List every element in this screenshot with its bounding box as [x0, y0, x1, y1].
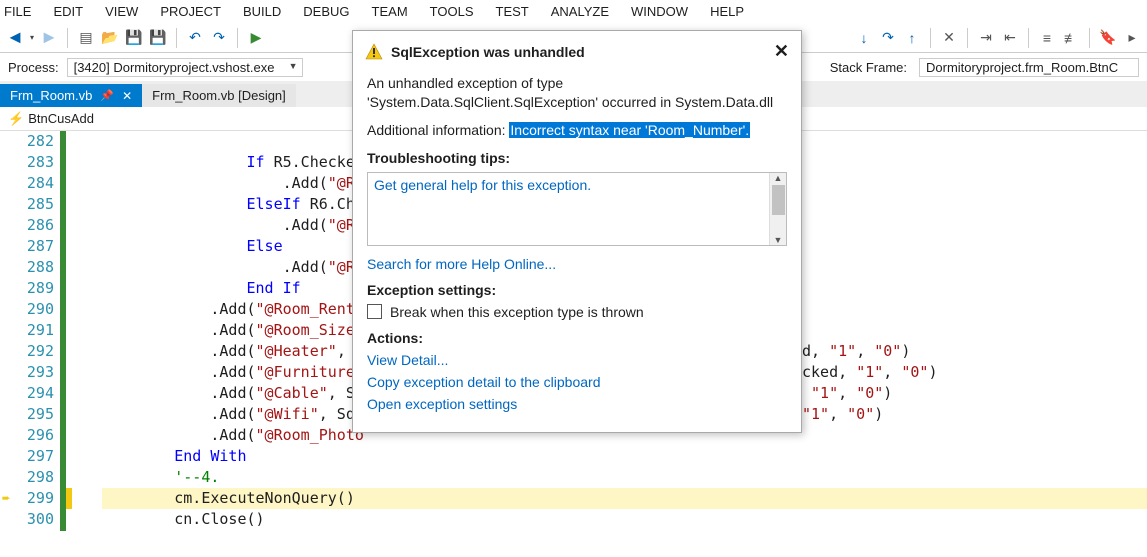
actions-list: View Detail... Copy exception detail to …: [367, 352, 787, 412]
indent-icon[interactable]: ⇥: [977, 29, 995, 47]
tab-frm-room-code[interactable]: Frm_Room.vb 📌 ✕: [0, 84, 142, 107]
close-icon[interactable]: ✕: [774, 41, 789, 62]
scroll-thumb[interactable]: [772, 185, 785, 215]
popup-body: An unhandled exception of type 'System.D…: [353, 72, 801, 432]
tip-general-help-link[interactable]: Get general help for this exception.: [374, 177, 591, 193]
scroll-down-icon[interactable]: ▼: [774, 235, 783, 245]
continue-icon[interactable]: ▶: [247, 29, 265, 47]
menu-tools[interactable]: TOOLS: [430, 4, 474, 19]
msg-line: 'System.Data.SqlClient.SqlException' occ…: [367, 94, 773, 110]
member-name: BtnCusAdd: [28, 111, 94, 126]
scroll-up-icon[interactable]: ▲: [774, 173, 783, 183]
pin-icon[interactable]: 📌: [100, 89, 114, 102]
open-file-icon[interactable]: 📂: [101, 29, 119, 47]
menu-file[interactable]: FILE: [4, 4, 31, 19]
stackframe-value: Dormitoryproject.frm_Room.BtnC: [926, 60, 1118, 75]
menu-view[interactable]: VIEW: [105, 4, 138, 19]
checkbox-icon[interactable]: [367, 304, 382, 319]
tips-listbox[interactable]: Get general help for this exception. ▲ ▼: [367, 172, 787, 246]
step-into-icon[interactable]: ↓: [855, 29, 873, 47]
lightning-icon: ⚡: [8, 111, 24, 127]
nav-back-icon[interactable]: ◄: [6, 29, 24, 47]
save-all-icon[interactable]: 💾: [149, 29, 167, 47]
additional-info: Additional information: Incorrect syntax…: [367, 122, 787, 138]
redo-icon[interactable]: ↷: [210, 29, 228, 47]
comment-icon[interactable]: ≡: [1038, 29, 1056, 47]
actions-heading: Actions:: [367, 330, 787, 346]
tab-label: Frm_Room.vb: [10, 88, 92, 103]
bookmark-nav-icon[interactable]: ▸: [1123, 29, 1141, 47]
menu-debug[interactable]: DEBUG: [303, 4, 349, 19]
step-out-icon[interactable]: ↑: [903, 29, 921, 47]
break-on-throw-checkbox[interactable]: Break when this exception type is thrown: [367, 304, 787, 320]
checkbox-label: Break when this exception type is thrown: [390, 304, 644, 320]
process-label: Process:: [8, 60, 59, 75]
msg-line: An unhandled exception of type: [367, 75, 563, 91]
close-icon[interactable]: ✕: [122, 89, 132, 103]
view-detail-link[interactable]: View Detail...: [367, 352, 787, 368]
scrollbar[interactable]: ▲ ▼: [769, 173, 786, 245]
popup-title: SqlException was unhandled: [391, 44, 766, 60]
menu-analyze[interactable]: ANALYZE: [551, 4, 609, 19]
nav-back-dd[interactable]: ▾: [30, 33, 34, 42]
exception-settings-heading: Exception settings:: [367, 282, 787, 298]
warning-icon: [365, 43, 383, 61]
member-dropdown[interactable]: ⚡ BtnCusAdd: [8, 111, 94, 127]
uncomment-icon[interactable]: ≢: [1062, 29, 1080, 47]
outdent-icon[interactable]: ⇤: [1001, 29, 1019, 47]
bookmark-icon[interactable]: 🔖: [1099, 29, 1117, 47]
exception-popup: SqlException was unhandled ✕ An unhandle…: [352, 30, 802, 433]
tab-label: Frm_Room.vb [Design]: [152, 88, 286, 103]
menu-window[interactable]: WINDOW: [631, 4, 688, 19]
nav-forward-icon[interactable]: ►: [40, 29, 58, 47]
menu-test[interactable]: TEST: [496, 4, 529, 19]
current-line-arrow-icon: ➨: [2, 491, 10, 507]
process-dropdown[interactable]: [3420] Dormitoryproject.vshost.exe ▼: [67, 58, 303, 77]
menu-build[interactable]: BUILD: [243, 4, 281, 19]
exception-message: An unhandled exception of type 'System.D…: [367, 74, 787, 112]
breakpoint-gutter[interactable]: ➨: [0, 131, 20, 531]
line-numbers: 2822832842852862872882892902912922932942…: [20, 131, 60, 531]
undo-icon[interactable]: ↶: [186, 29, 204, 47]
tool-icon[interactable]: ✕: [940, 29, 958, 47]
stackframe-label: Stack Frame:: [830, 60, 907, 75]
main-menu: FILE EDIT VIEW PROJECT BUILD DEBUG TEAM …: [0, 0, 1147, 23]
menu-help[interactable]: HELP: [710, 4, 744, 19]
open-settings-link[interactable]: Open exception settings: [367, 396, 787, 412]
process-value: [3420] Dormitoryproject.vshost.exe: [74, 60, 275, 75]
change-marker-yellow: [66, 131, 72, 531]
stackframe-dropdown[interactable]: Dormitoryproject.frm_Room.BtnC: [919, 58, 1139, 77]
tab-frm-room-design[interactable]: Frm_Room.vb [Design]: [142, 84, 296, 107]
search-online-link[interactable]: Search for more Help Online...: [367, 256, 787, 272]
addl-label: Additional information:: [367, 122, 509, 138]
tips-heading: Troubleshooting tips:: [367, 150, 787, 166]
menu-edit[interactable]: EDIT: [53, 4, 83, 19]
save-icon[interactable]: 💾: [125, 29, 143, 47]
outline-margin[interactable]: [72, 131, 102, 531]
copy-detail-link[interactable]: Copy exception detail to the clipboard: [367, 374, 787, 390]
new-item-icon[interactable]: ▤: [77, 29, 95, 47]
step-over-icon[interactable]: ↷: [879, 29, 897, 47]
popup-header: SqlException was unhandled ✕: [353, 31, 801, 72]
chevron-down-icon: ▼: [289, 61, 298, 71]
menu-project[interactable]: PROJECT: [160, 4, 221, 19]
addl-selected-text[interactable]: Incorrect syntax near 'Room_Number'.: [509, 122, 750, 138]
menu-team[interactable]: TEAM: [372, 4, 408, 19]
